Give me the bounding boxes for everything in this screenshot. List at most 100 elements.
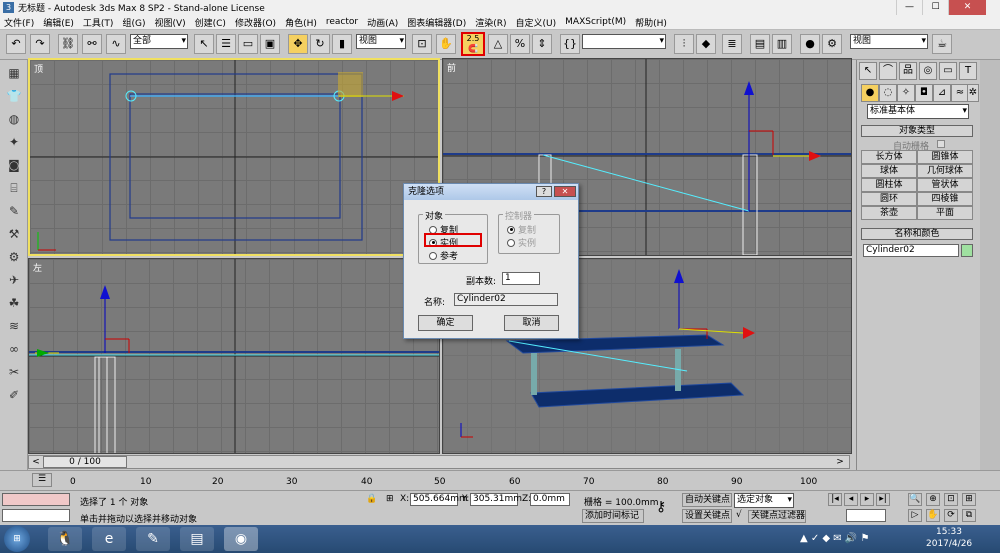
ie-browser-icon[interactable]: e [92, 527, 126, 551]
modify-tab-icon[interactable]: ⌒ [879, 62, 897, 80]
menu-file[interactable]: 文件(F) [4, 16, 34, 29]
schematic-view-icon[interactable]: ▥ [772, 34, 792, 54]
unlink-icon[interactable]: ⚯ [82, 34, 102, 54]
set-key-button[interactable]: 设置关键点 [682, 509, 732, 523]
qq-icon[interactable]: 🐧 [48, 527, 82, 551]
window-crossing-icon[interactable]: ▣ [260, 34, 280, 54]
key-icon[interactable]: ⚷ [656, 499, 666, 515]
y-coord-field[interactable]: 305.31mm [470, 493, 522, 506]
camera-icon[interactable]: ◙ [4, 155, 24, 175]
menu-character[interactable]: 角色(H) [285, 16, 317, 29]
mirror-icon[interactable]: ⫶ [674, 34, 694, 54]
sphere-icon[interactable]: ◍ [4, 109, 24, 129]
pan-icon[interactable]: ✋ [926, 509, 940, 522]
z-coord-field[interactable]: 0.0mm [530, 493, 570, 506]
scale-icon[interactable]: ▮ [332, 34, 352, 54]
paint-icon[interactable]: ✐ [4, 385, 24, 405]
current-frame-field[interactable] [846, 509, 886, 522]
teapot-button[interactable]: 茶壶 [861, 206, 917, 220]
menu-group[interactable]: 组(G) [122, 16, 145, 29]
x-coord-field[interactable]: 505.664mm [410, 493, 468, 506]
menu-create[interactable]: 创建(C) [195, 16, 226, 29]
motion-tab-icon[interactable]: ◎ [919, 62, 937, 80]
align-icon[interactable]: ◆ [696, 34, 716, 54]
select-arrow-icon[interactable]: ↖ [194, 34, 214, 54]
mini-curve-icon[interactable]: ☰ [32, 473, 52, 487]
autogrid-checkbox[interactable] [937, 140, 945, 148]
zoom-all-icon[interactable]: ⊕ [926, 493, 940, 506]
maximize-viewport-icon[interactable]: ⧉ [962, 509, 976, 522]
systems-icon[interactable]: ✲ [967, 84, 979, 102]
material-editor-icon[interactable]: ● [800, 34, 820, 54]
command-panel-scrollbar[interactable] [980, 60, 1000, 470]
menu-modifiers[interactable]: 修改器(O) [235, 16, 276, 29]
utilities-tab-icon[interactable]: T [959, 62, 977, 80]
hierarchy-tab-icon[interactable]: 品 [899, 62, 917, 80]
explorer-icon[interactable]: ▤ [180, 527, 214, 551]
tool-icon[interactable]: ✂ [4, 362, 24, 382]
snap-toggle-icon[interactable]: 2.5 🧲 [461, 32, 485, 56]
viewport-top[interactable]: 顶 [28, 58, 440, 256]
light-icon[interactable]: ✧ [897, 84, 915, 102]
cloth-icon[interactable]: ☘ [4, 293, 24, 313]
render-scene-icon[interactable]: ⚙ [822, 34, 842, 54]
helper-icon[interactable]: ⊿ [933, 84, 951, 102]
sphere-button[interactable]: 球体 [861, 164, 917, 178]
object-type-rollout[interactable]: 对象类型 [861, 125, 973, 137]
menu-graph-editors[interactable]: 图表编辑器(D) [407, 16, 466, 29]
play-icon[interactable]: ▸ [860, 493, 874, 506]
auto-key-button[interactable]: 自动关键点 [682, 493, 732, 507]
menu-reactor[interactable]: reactor [326, 17, 358, 27]
track-bar[interactable]: ☰ 0 10 20 30 40 50 60 70 80 90 100 [0, 470, 1000, 490]
key-filters-button[interactable]: 关键点过滤器 [748, 510, 806, 523]
name-color-rollout[interactable]: 名称和颜色 [861, 228, 973, 240]
lights-icon[interactable]: ✦ [4, 132, 24, 152]
menu-help[interactable]: 帮助(H) [635, 16, 667, 29]
rect-select-icon[interactable]: ▭ [238, 34, 258, 54]
wave-icon[interactable]: ≋ [4, 316, 24, 336]
angle-snap-icon[interactable]: △ [488, 34, 508, 54]
menu-edit[interactable]: 编辑(E) [43, 16, 74, 29]
shapes-icon[interactable]: ◌ [879, 84, 897, 102]
goto-start-icon[interactable]: |◂ [828, 493, 842, 506]
copies-spinner[interactable]: 1 [502, 272, 540, 285]
shovel-icon[interactable]: ⚒ [4, 224, 24, 244]
dialog-close-button[interactable]: ✕ [554, 186, 576, 197]
percent-snap-icon[interactable]: % [510, 34, 530, 54]
geosphere-button[interactable]: 几何球体 [917, 164, 973, 178]
cancel-button[interactable]: 取消 [504, 315, 559, 331]
cone-button[interactable]: 圆锥体 [917, 150, 973, 164]
redo-icon[interactable]: ↷ [30, 34, 50, 54]
time-prev-icon[interactable]: < [31, 457, 41, 467]
brush-icon[interactable]: ✎ [4, 201, 24, 221]
link-icon[interactable]: ⛓ [58, 34, 78, 54]
time-next-icon[interactable]: > [835, 457, 845, 467]
gear-icon[interactable]: ⚙ [4, 247, 24, 267]
ok-button[interactable]: 确定 [418, 315, 473, 331]
bird-icon[interactable]: ✈ [4, 270, 24, 290]
controller-instance-radio[interactable]: 实例 [507, 236, 536, 249]
cylinder-icon[interactable]: ⌸ [4, 178, 24, 198]
spinner-snap-icon[interactable]: ⇕ [532, 34, 552, 54]
close-button[interactable]: ✕ [948, 0, 986, 15]
select-by-name-icon[interactable]: ☰ [216, 34, 236, 54]
dialog-help-button[interactable]: ? [536, 186, 552, 197]
torus-button[interactable]: 圆环 [861, 192, 917, 206]
plane-button[interactable]: 平面 [917, 206, 973, 220]
curve-editor-icon[interactable]: ▤ [750, 34, 770, 54]
selection-filter-dropdown[interactable]: 全部 [130, 34, 188, 49]
reference-coord-dropdown[interactable]: 视图 [356, 34, 406, 49]
fov-icon[interactable]: ▷ [908, 509, 922, 522]
time-slider-thumb[interactable]: 0 / 100 [43, 456, 127, 468]
zoom-icon[interactable]: 🔍 [908, 493, 922, 506]
select-manipulate-icon[interactable]: ✋ [436, 34, 456, 54]
cylinder-button[interactable]: 圆柱体 [861, 178, 917, 192]
orbit-icon[interactable]: ⟳ [944, 509, 958, 522]
box-button[interactable]: 长方体 [861, 150, 917, 164]
rotate-icon[interactable]: ↻ [310, 34, 330, 54]
maxscript-mini-field[interactable] [2, 509, 70, 522]
menu-animation[interactable]: 动画(A) [367, 16, 398, 29]
undo-icon[interactable]: ↶ [6, 34, 26, 54]
quick-render-icon[interactable]: ☕ [932, 34, 952, 54]
absolute-mode-icon[interactable]: ⊞ [386, 494, 394, 504]
